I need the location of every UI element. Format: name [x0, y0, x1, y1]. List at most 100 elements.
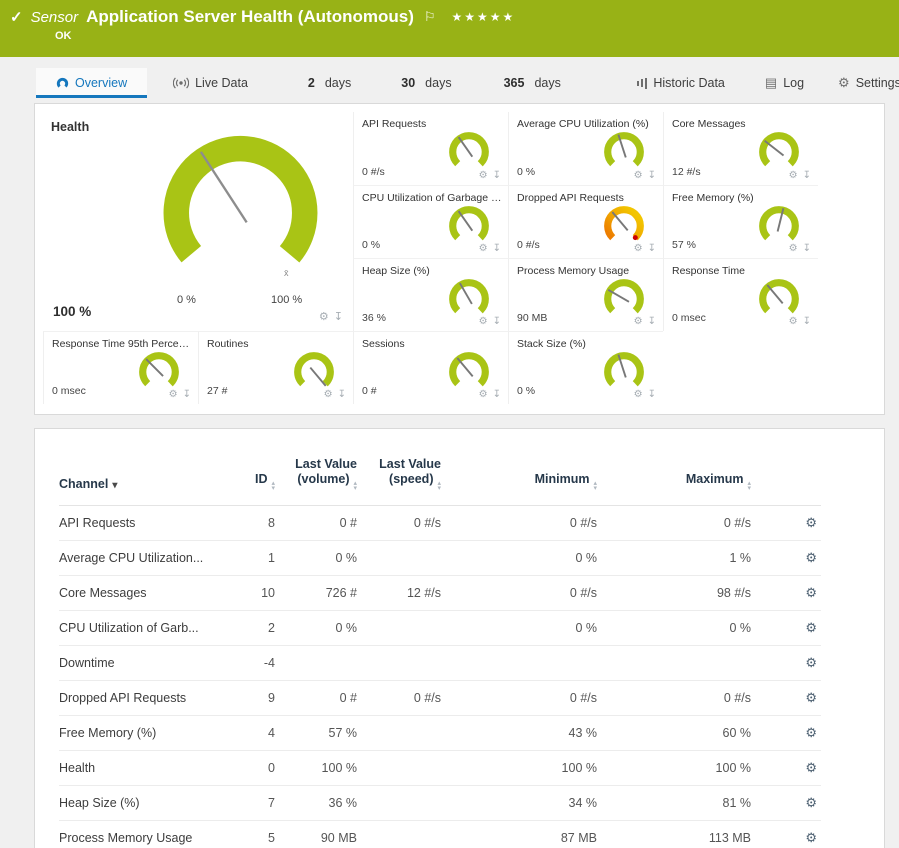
gauge-settings-icon[interactable]: ⚙ — [634, 389, 643, 400]
gauge-download-icon[interactable]: ↧ — [493, 389, 501, 400]
channel-name[interactable]: Free Memory (%) — [59, 716, 221, 751]
gauge-settings-icon[interactable]: ⚙ — [789, 243, 798, 254]
column-header-minimum[interactable]: Minimum▴▾ — [449, 445, 605, 506]
gauge-download-icon[interactable]: ↧ — [493, 243, 501, 254]
gauge-download-icon[interactable]: ↧ — [183, 389, 191, 400]
channel-last-value-speed — [365, 541, 449, 576]
channel-name[interactable]: Core Messages — [59, 576, 221, 611]
tab-historic-data[interactable]: Historic Data — [623, 68, 739, 98]
gauge-download-icon[interactable]: ↧ — [803, 316, 811, 327]
channel-settings-icon[interactable]: ⚙ — [805, 655, 817, 670]
tab-settings[interactable]: ⚙ Settings — [830, 68, 899, 98]
gauge-settings-icon[interactable]: ⚙ — [479, 243, 488, 254]
sort-desc-icon[interactable]: ▾ — [112, 480, 117, 491]
sort-icon[interactable]: ▴▾ — [353, 482, 357, 491]
tab-log[interactable]: ▤ Log — [751, 68, 818, 98]
channel-settings-icon[interactable]: ⚙ — [805, 620, 817, 635]
table-row[interactable]: Dropped API Requests 9 0 # 0 #/s 0 #/s 0… — [59, 681, 821, 716]
gauge-download-icon[interactable]: ↧ — [648, 389, 656, 400]
column-header-channel[interactable]: Channel▾ — [59, 445, 221, 506]
gauge-tile: Average CPU Utilization (%) 0 % ⚙ ↧ — [508, 112, 663, 185]
tab-overview[interactable]: Overview — [36, 68, 147, 98]
gauge-scale-max: 100 % — [271, 294, 302, 306]
gauge-scale-min: 0 % — [177, 294, 196, 306]
column-header-last-value-speed[interactable]: Last Value (speed)▴▾ — [365, 445, 449, 506]
gauge-tile: Core Messages 12 #/s ⚙ ↧ — [663, 112, 818, 185]
table-row[interactable]: Health 0 100 % 100 % 100 % ⚙ — [59, 751, 821, 786]
channel-settings-icon[interactable]: ⚙ — [805, 795, 817, 810]
gauge-settings-icon[interactable]: ⚙ — [789, 316, 798, 327]
table-row[interactable]: CPU Utilization of Garb... 2 0 % 0 % 0 %… — [59, 611, 821, 646]
column-header-last-value-volume[interactable]: Last Value (volume)▴▾ — [283, 445, 365, 506]
priority-flag-icon[interactable]: ⚐ — [424, 9, 436, 25]
gauge-settings-icon[interactable]: ⚙ — [634, 316, 643, 327]
gauge-value: 0 msec — [672, 312, 706, 324]
gauge-settings-icon[interactable]: ⚙ — [789, 170, 798, 181]
gauge-settings-icon[interactable]: ⚙ — [319, 310, 329, 323]
channel-id: 8 — [221, 506, 283, 541]
table-row[interactable]: Free Memory (%) 4 57 % 43 % 60 % ⚙ — [59, 716, 821, 751]
sort-icon[interactable]: ▴▾ — [747, 482, 751, 491]
channel-id: 4 — [221, 716, 283, 751]
gauge-download-icon[interactable]: ↧ — [493, 316, 501, 327]
gauge-settings-icon[interactable]: ⚙ — [479, 389, 488, 400]
gauge-settings-icon[interactable]: ⚙ — [324, 389, 333, 400]
sensor-header: ✓ Sensor Application Server Health (Auto… — [0, 0, 899, 57]
table-row[interactable]: Process Memory Usage 5 90 MB 87 MB 113 M… — [59, 821, 821, 848]
channel-name[interactable]: Heap Size (%) — [59, 786, 221, 821]
gauge-download-icon[interactable]: ↧ — [803, 170, 811, 181]
table-row[interactable]: Core Messages 10 726 # 12 #/s 0 #/s 98 #… — [59, 576, 821, 611]
gauge-settings-icon[interactable]: ⚙ — [479, 170, 488, 181]
channel-name[interactable]: Downtime — [59, 646, 221, 681]
gauge-download-icon[interactable]: ↧ — [493, 170, 501, 181]
channel-settings-icon[interactable]: ⚙ — [805, 830, 817, 845]
channel-name[interactable]: Average CPU Utilization... — [59, 541, 221, 576]
gauge-settings-icon[interactable]: ⚙ — [634, 243, 643, 254]
gauge-download-icon[interactable]: ↧ — [338, 389, 346, 400]
channel-name[interactable]: Dropped API Requests — [59, 681, 221, 716]
sort-icon[interactable]: ▴▾ — [437, 482, 441, 491]
channel-name[interactable]: API Requests — [59, 506, 221, 541]
channel-settings-icon[interactable]: ⚙ — [805, 515, 817, 530]
gauge-settings-icon[interactable]: ⚙ — [169, 389, 178, 400]
channel-last-value-volume: 0 # — [283, 506, 365, 541]
sort-icon[interactable]: ▴▾ — [593, 482, 597, 491]
gauge-download-icon[interactable]: ↧ — [334, 310, 343, 323]
channel-name[interactable]: Process Memory Usage — [59, 821, 221, 848]
health-gauge-value: 100 % — [53, 304, 91, 319]
gauge-tile: Routines 27 # ⚙ ↧ — [198, 331, 353, 404]
priority-stars[interactable]: ★★★★★ — [452, 10, 516, 24]
channel-settings-icon[interactable]: ⚙ — [805, 550, 817, 565]
gauge-download-icon[interactable]: ↧ — [648, 316, 656, 327]
gauge-settings-icon[interactable]: ⚙ — [634, 170, 643, 181]
channel-settings-icon[interactable]: ⚙ — [805, 725, 817, 740]
channel-id: 2 — [221, 611, 283, 646]
tab-live-data[interactable]: Live Data — [159, 68, 262, 98]
table-row[interactable]: API Requests 8 0 # 0 #/s 0 #/s 0 #/s ⚙ — [59, 506, 821, 541]
column-header-maximum[interactable]: Maximum▴▾ — [605, 445, 759, 506]
tab-30-days[interactable]: 30 days — [391, 68, 461, 98]
channel-name[interactable]: Health — [59, 751, 221, 786]
tab-2-days[interactable]: 2 days — [298, 68, 361, 98]
channel-maximum: 0 #/s — [605, 681, 759, 716]
channel-settings-icon[interactable]: ⚙ — [805, 760, 817, 775]
sort-icon[interactable]: ▴▾ — [271, 482, 275, 491]
channel-minimum: 87 MB — [449, 821, 605, 848]
channel-settings-icon[interactable]: ⚙ — [805, 690, 817, 705]
table-row[interactable]: Average CPU Utilization... 1 0 % 0 % 1 %… — [59, 541, 821, 576]
channel-settings-icon[interactable]: ⚙ — [805, 585, 817, 600]
table-row[interactable]: Heap Size (%) 7 36 % 34 % 81 % ⚙ — [59, 786, 821, 821]
gauge-download-icon[interactable]: ↧ — [648, 243, 656, 254]
tab-365-days[interactable]: 365 days — [494, 68, 571, 98]
gauge-download-icon[interactable]: ↧ — [648, 170, 656, 181]
tab-label: Settings — [856, 76, 899, 90]
health-gauge-tile: Health 0 % 100 % x̄ 100 % ⚙ ↧ — [43, 112, 353, 331]
channel-maximum: 0 #/s — [605, 506, 759, 541]
channel-name[interactable]: CPU Utilization of Garb... — [59, 611, 221, 646]
table-row[interactable]: Downtime -4 ⚙ — [59, 646, 821, 681]
gauge-download-icon[interactable]: ↧ — [803, 243, 811, 254]
column-header-id[interactable]: ID▴▾ — [221, 445, 283, 506]
log-list-icon: ▤ — [765, 75, 777, 91]
channel-minimum: 0 % — [449, 541, 605, 576]
gauge-settings-icon[interactable]: ⚙ — [479, 316, 488, 327]
